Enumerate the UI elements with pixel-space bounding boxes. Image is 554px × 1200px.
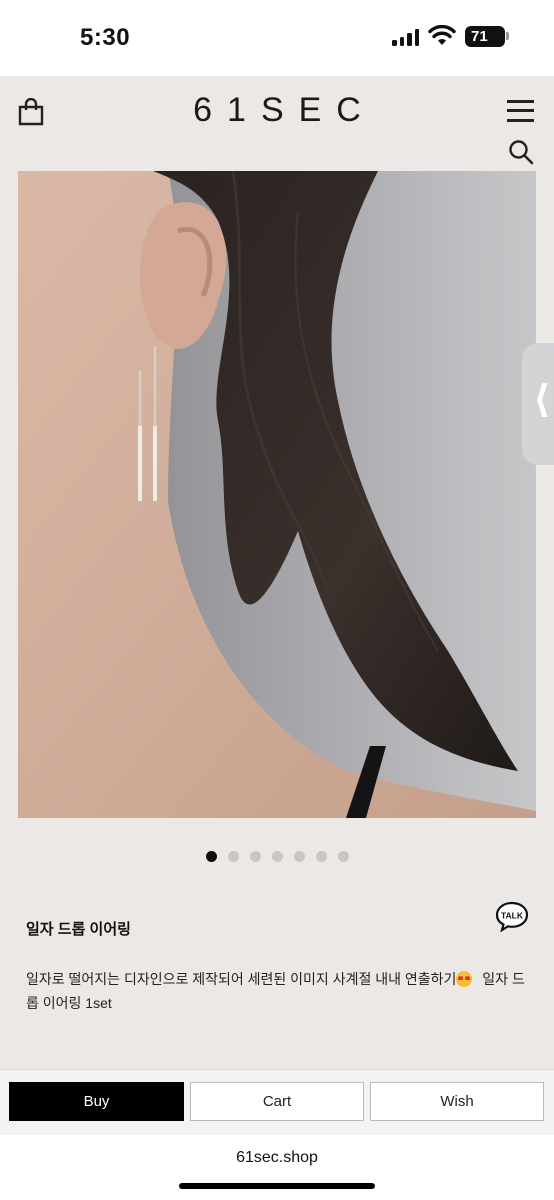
cart-button[interactable]: Cart bbox=[190, 1082, 364, 1121]
battery-icon: 71 bbox=[465, 26, 505, 47]
status-bar: 5:30 71 bbox=[0, 0, 554, 76]
wish-button[interactable]: Wish bbox=[370, 1082, 544, 1121]
action-bar: Buy Cart Wish bbox=[0, 1069, 554, 1135]
gallery-dots bbox=[206, 851, 349, 862]
signal-icon bbox=[392, 29, 419, 46]
home-indicator[interactable] bbox=[179, 1183, 375, 1189]
buy-button[interactable]: Buy bbox=[9, 1082, 184, 1121]
chevron-left-icon[interactable]: ⟨ bbox=[533, 381, 550, 419]
kakao-talk-icon[interactable]: TALK bbox=[495, 900, 529, 932]
battery-level: 71 bbox=[471, 28, 488, 45]
talk-label: TALK bbox=[501, 911, 524, 921]
description-text-1: 일자로 떨어지는 디자인으로 제작되어 세련된 이미지 사계절 내내 연출하기 bbox=[26, 971, 457, 987]
product-image[interactable] bbox=[18, 171, 536, 818]
wifi-icon bbox=[428, 25, 456, 45]
url-text[interactable]: 61sec.shop bbox=[0, 1149, 554, 1167]
product-title: 일자 드롭 이어링 bbox=[26, 921, 131, 938]
gallery-dot[interactable] bbox=[316, 851, 327, 862]
heart-eyes-emoji-icon bbox=[456, 971, 473, 987]
site-header: 61SEC bbox=[0, 76, 554, 171]
gallery-dot[interactable] bbox=[272, 851, 283, 862]
product-description: 일자로 떨어지는 디자인으로 제작되어 세련된 이미지 사계절 내내 연출하기 … bbox=[26, 967, 526, 1015]
gallery-dot[interactable] bbox=[206, 851, 217, 862]
gallery-dot[interactable] bbox=[294, 851, 305, 862]
brand-logo[interactable]: 61SEC bbox=[0, 91, 554, 130]
battery-cap bbox=[506, 32, 509, 40]
status-time: 5:30 bbox=[80, 24, 131, 51]
search-icon[interactable] bbox=[508, 139, 534, 165]
browser-url-bar: 61sec.shop bbox=[0, 1135, 554, 1200]
menu-icon[interactable] bbox=[507, 100, 534, 122]
gallery-dot[interactable] bbox=[250, 851, 261, 862]
gallery-dot[interactable] bbox=[228, 851, 239, 862]
gallery-dot[interactable] bbox=[338, 851, 349, 862]
